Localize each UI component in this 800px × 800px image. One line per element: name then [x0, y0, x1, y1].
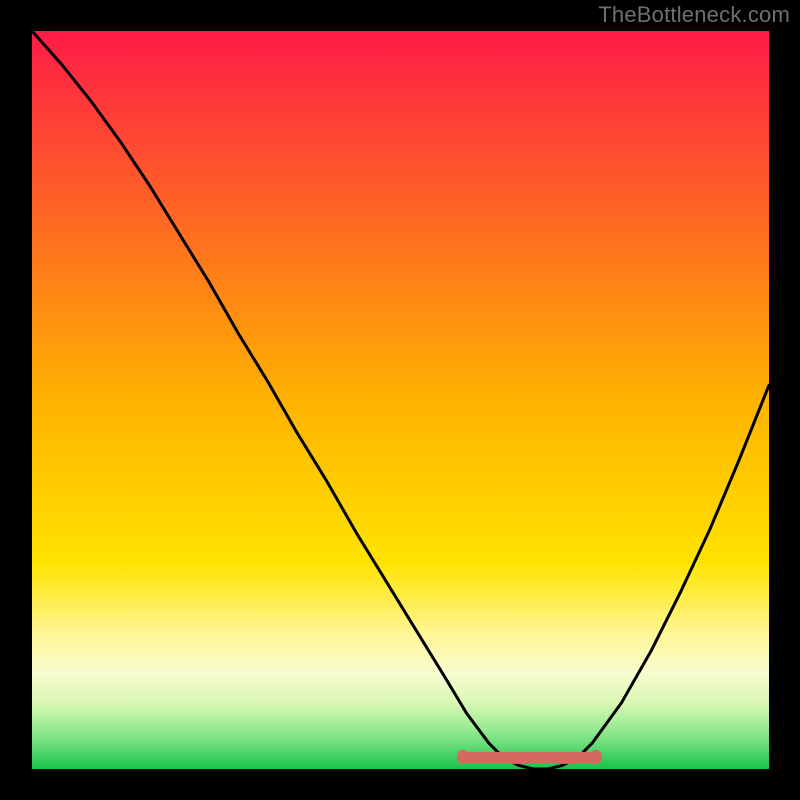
chart-canvas: TheBottleneck.com [0, 0, 800, 800]
optimal-range-start-cap [457, 750, 469, 762]
optimal-range-end-cap [590, 750, 602, 762]
chart-svg [0, 0, 800, 800]
watermark-label: TheBottleneck.com [598, 4, 790, 26]
